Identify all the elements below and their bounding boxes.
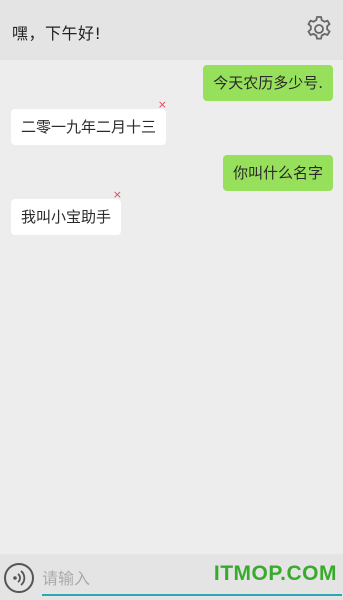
top-bar: 嘿，下午好! — [0, 0, 343, 60]
gear-icon[interactable] — [305, 15, 333, 43]
user-message: 今天农历多少号. — [203, 65, 333, 101]
voice-button[interactable] — [4, 563, 34, 593]
message-text: 二零一九年二月十三 — [21, 118, 157, 136]
close-icon[interactable]: × — [113, 189, 122, 201]
watermark-logo: ITMOP.COM — [213, 562, 337, 585]
bot-message: 二零一九年二月十三 × — [11, 99, 167, 145]
bot-message: 我叫小宝助手 × — [11, 189, 122, 235]
message-text: 今天农历多少号. — [213, 74, 323, 92]
close-icon[interactable]: × — [158, 99, 167, 111]
greeting-text: 嘿，下午好! — [12, 24, 102, 43]
message-text: 你叫什么名字 — [232, 164, 323, 182]
user-message: 你叫什么名字 — [222, 155, 333, 191]
voice-icon — [13, 570, 26, 586]
input-bar: ITMOP.COM — [0, 554, 343, 600]
message-text: 我叫小宝助手 — [21, 208, 112, 226]
